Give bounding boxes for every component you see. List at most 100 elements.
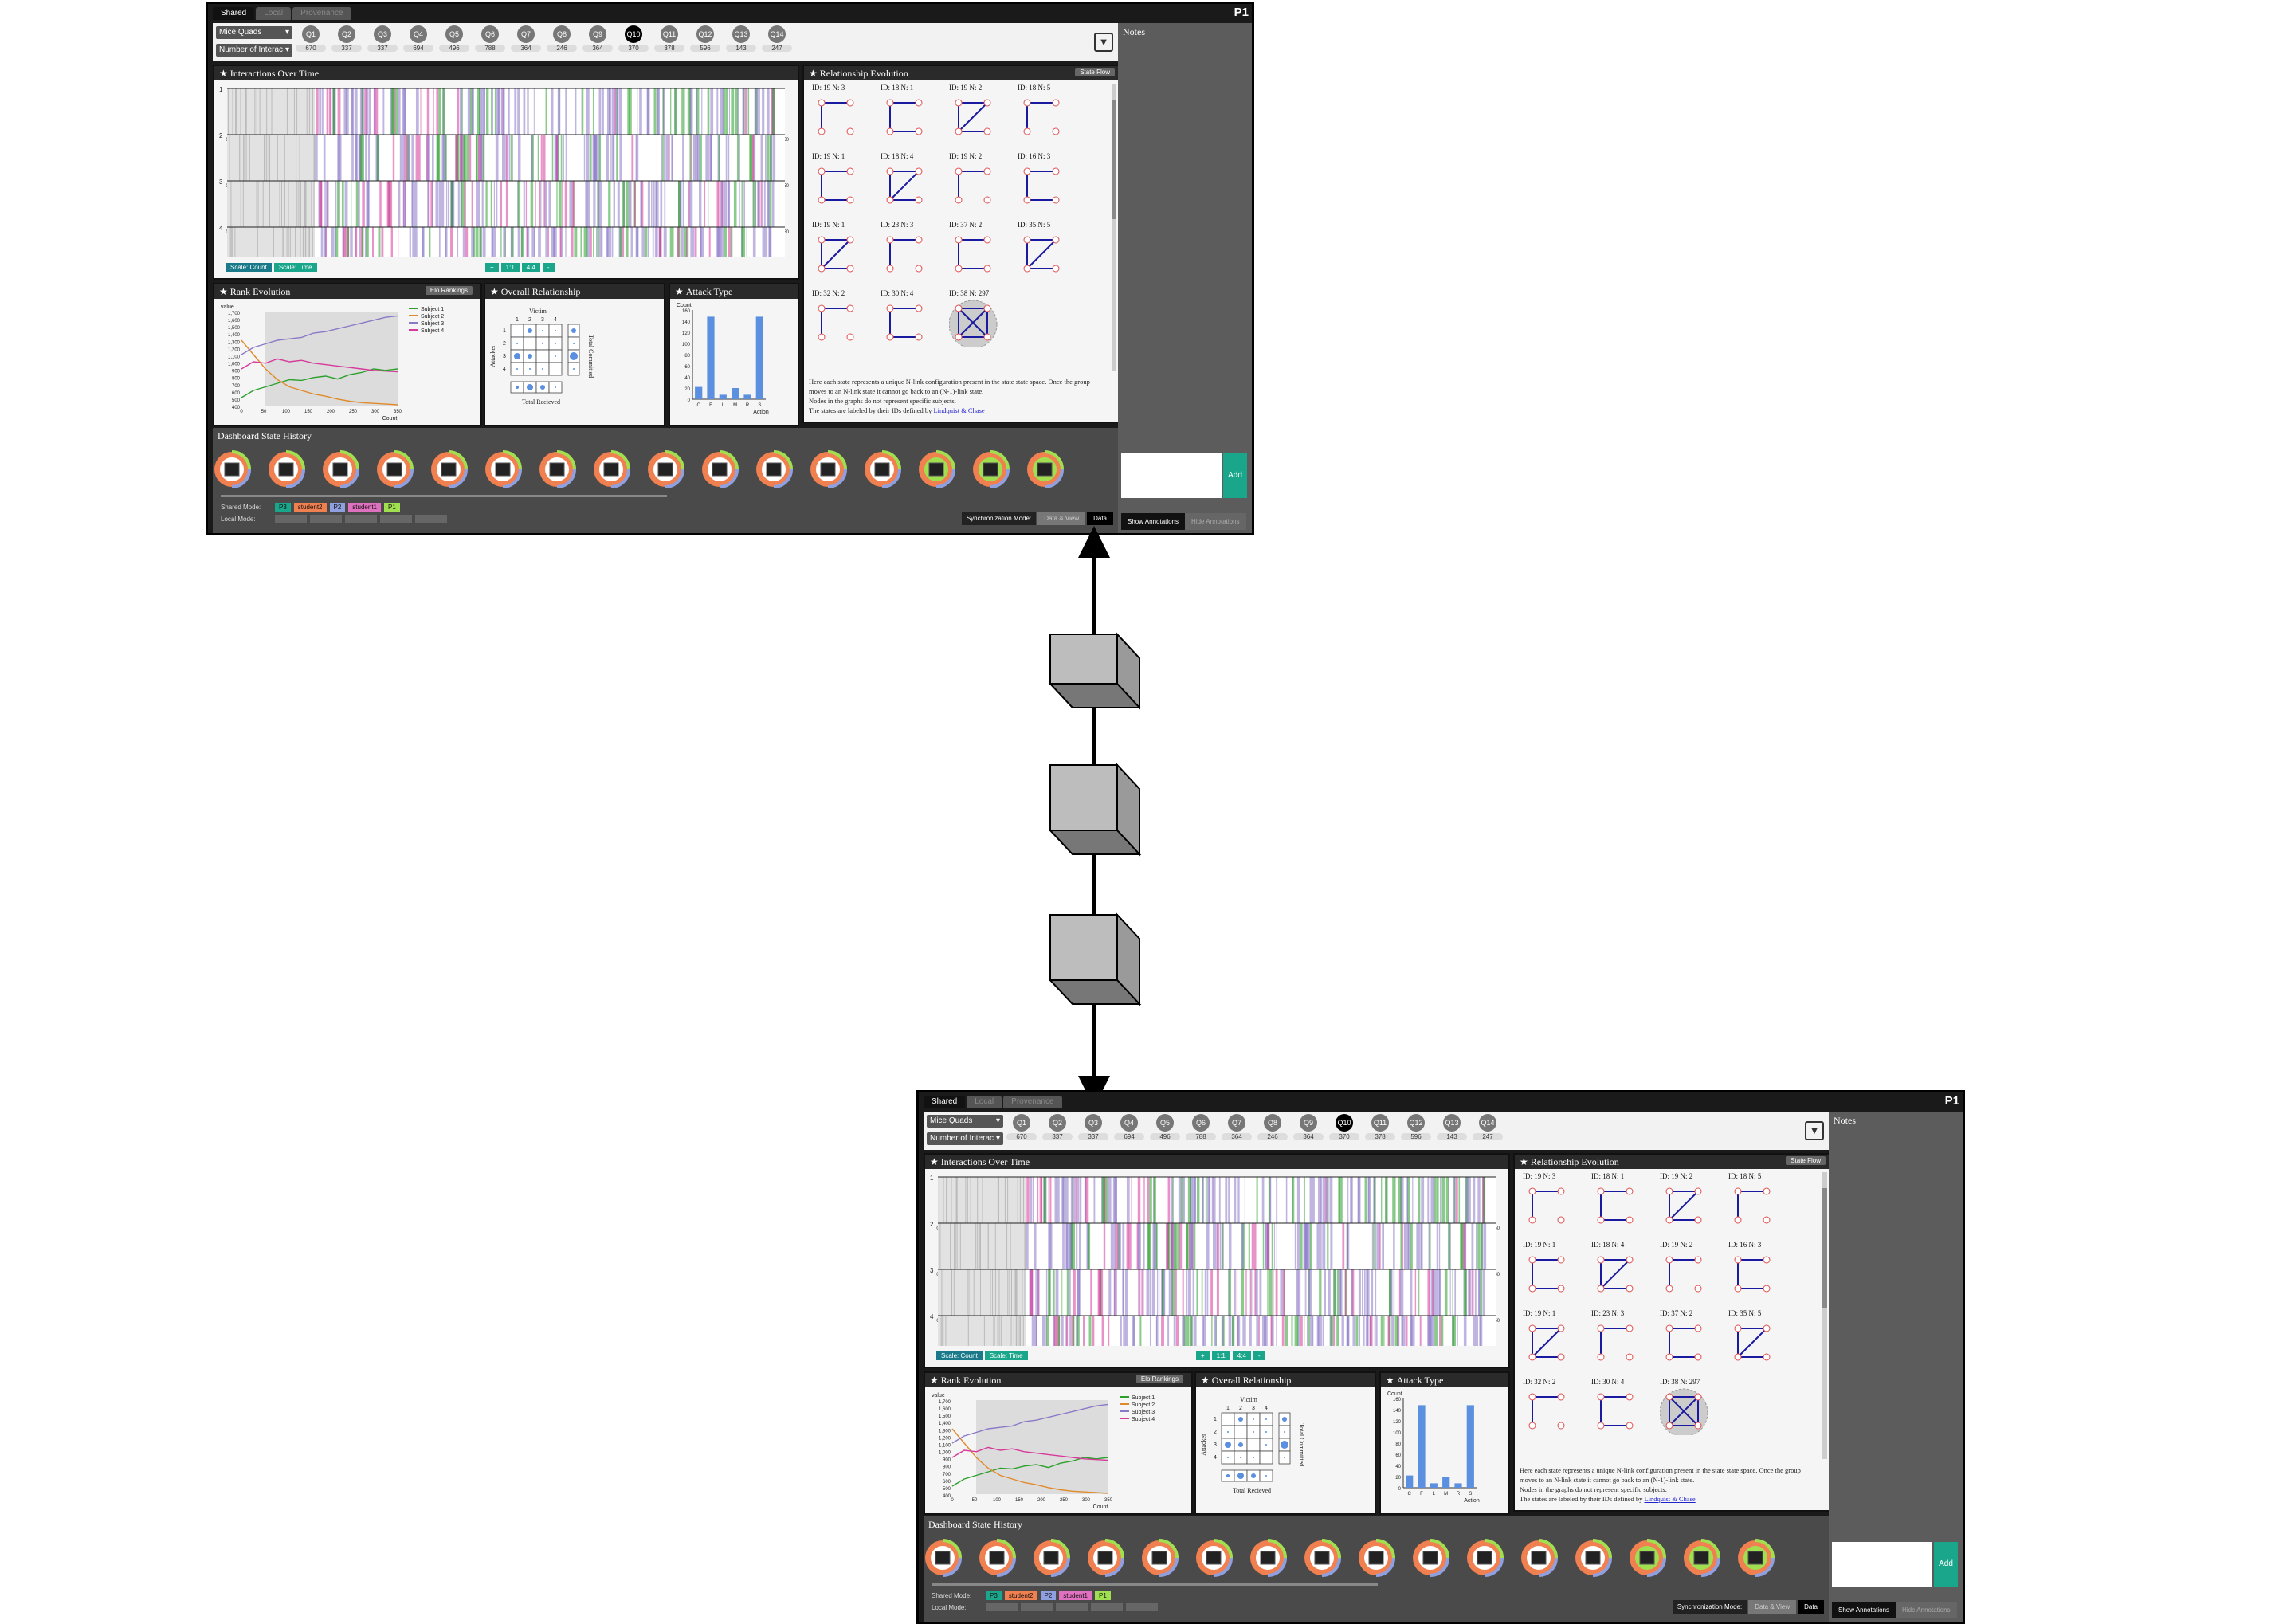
- interactions-plot[interactable]: 1050100150200250300350205010015020025030…: [214, 82, 798, 257]
- lindquist-chase-link[interactable]: Lindquist & Chase: [1644, 1495, 1695, 1503]
- sync-data-button[interactable]: Data: [1798, 1600, 1824, 1614]
- scale-count-button[interactable]: Scale: Count: [936, 1351, 983, 1360]
- state-graph[interactable]: ID: 19 N: 1: [812, 221, 876, 284]
- state-graph[interactable]: ID: 19 N: 2: [949, 84, 1013, 147]
- state-graph[interactable]: ID: 32 N: 2: [812, 289, 876, 353]
- metric-select[interactable]: Number of Interac: [927, 1132, 1003, 1145]
- star-icon[interactable]: ★: [675, 286, 684, 297]
- state-graph[interactable]: ID: 37 N: 2: [1660, 1309, 1724, 1373]
- quad-circle[interactable]: Q9: [1300, 1114, 1317, 1132]
- mode-chip[interactable]: student1: [348, 503, 381, 512]
- show-annotations-button[interactable]: Show Annotations: [1832, 1602, 1896, 1618]
- quad-circle[interactable]: Q5: [445, 25, 463, 43]
- quad-item[interactable]: Q8 246: [1257, 1114, 1288, 1140]
- state-graph[interactable]: ID: 19 N: 1: [1523, 1309, 1587, 1373]
- mode-chip[interactable]: P3: [275, 503, 291, 512]
- quad-circle[interactable]: Q1: [302, 25, 320, 43]
- state-graph[interactable]: ID: 19 N: 1: [1523, 1241, 1587, 1304]
- dataset-select[interactable]: Mice Quads: [216, 26, 292, 39]
- quad-item[interactable]: Q5 496: [439, 25, 469, 52]
- mode-chip[interactable]: student2: [293, 503, 327, 512]
- quad-item[interactable]: Q2 337: [331, 25, 362, 52]
- quad-item[interactable]: Q7 364: [511, 25, 541, 52]
- star-icon[interactable]: ★: [219, 68, 228, 79]
- mode-chip[interactable]: P1: [384, 503, 400, 512]
- state-graph[interactable]: ID: 38 N: 297: [948, 289, 1013, 353]
- scrollbar[interactable]: [1112, 84, 1116, 371]
- quad-circle[interactable]: Q1: [1013, 1114, 1030, 1132]
- dropdown-toggle-icon[interactable]: ▼: [1805, 1121, 1824, 1140]
- interactions-plot[interactable]: 1050100150200250300350205010015020025030…: [925, 1171, 1508, 1346]
- quad-circle[interactable]: Q13: [732, 25, 750, 43]
- state-graph[interactable]: ID: 35 N: 5: [1728, 1309, 1792, 1373]
- star-icon[interactable]: ★: [219, 286, 228, 297]
- sync-data-view-button[interactable]: Data & View: [1037, 512, 1086, 525]
- quad-circle[interactable]: Q10: [625, 25, 642, 43]
- scale-count-button[interactable]: Scale: Count: [226, 263, 272, 272]
- quad-circle[interactable]: Q7: [1228, 1114, 1245, 1132]
- quad-circle[interactable]: Q2: [1049, 1114, 1066, 1132]
- add-note-button[interactable]: Add: [1934, 1542, 1958, 1587]
- state-graph[interactable]: ID: 18 N: 5: [1728, 1172, 1792, 1236]
- quad-circle[interactable]: Q6: [1192, 1114, 1210, 1132]
- star-icon[interactable]: ★: [1201, 1375, 1210, 1386]
- scrollbar[interactable]: [1822, 1172, 1827, 1459]
- quad-item[interactable]: Q14 247: [762, 25, 792, 52]
- state-graph[interactable]: ID: 23 N: 3: [1591, 1309, 1655, 1373]
- quad-item[interactable]: Q13 143: [1437, 1114, 1467, 1140]
- state-graph[interactable]: ID: 19 N: 2: [1660, 1172, 1724, 1236]
- quad-circle[interactable]: Q13: [1443, 1114, 1461, 1132]
- state-flow-select[interactable]: State Flow: [1786, 1156, 1826, 1165]
- quad-item[interactable]: Q14 247: [1473, 1114, 1503, 1140]
- state-graph[interactable]: ID: 35 N: 5: [1018, 221, 1081, 284]
- hide-annotations-button[interactable]: Hide Annotations: [1896, 1602, 1957, 1618]
- zoom-out-button[interactable]: -: [542, 263, 555, 272]
- quad-item[interactable]: Q2 337: [1042, 1114, 1073, 1140]
- quad-circle[interactable]: Q3: [1085, 1114, 1102, 1132]
- state-graph[interactable]: ID: 18 N: 4: [881, 152, 944, 216]
- zoom-in-button[interactable]: +: [1196, 1351, 1210, 1360]
- mode-chip[interactable]: P1: [1095, 1591, 1111, 1600]
- quad-item[interactable]: Q11 378: [654, 25, 684, 52]
- state-graph[interactable]: ID: 32 N: 2: [1523, 1378, 1587, 1442]
- quad-circle[interactable]: Q14: [1479, 1114, 1496, 1132]
- zoom-reset-button[interactable]: 1:1: [1211, 1351, 1230, 1360]
- quad-circle[interactable]: Q7: [517, 25, 535, 43]
- state-graph[interactable]: ID: 18 N: 1: [881, 84, 944, 147]
- mode-chip[interactable]: P2: [329, 503, 346, 512]
- tab-local[interactable]: Local: [256, 7, 292, 20]
- tab-provenance[interactable]: Provenance: [292, 7, 351, 20]
- zoom-reset-button[interactable]: 1:1: [500, 263, 520, 272]
- state-graph[interactable]: ID: 37 N: 2: [949, 221, 1013, 284]
- notes-input[interactable]: [1121, 453, 1222, 498]
- mode-chip[interactable]: P2: [1040, 1591, 1057, 1600]
- add-note-button[interactable]: Add: [1223, 453, 1247, 498]
- state-graph[interactable]: ID: 18 N: 4: [1591, 1241, 1655, 1304]
- quad-circle[interactable]: Q10: [1336, 1114, 1353, 1132]
- state-graph[interactable]: ID: 19 N: 3: [812, 84, 876, 147]
- notes-input[interactable]: [1832, 1542, 1932, 1587]
- quad-item[interactable]: Q12 596: [690, 25, 720, 52]
- quad-circle[interactable]: Q11: [1371, 1114, 1389, 1132]
- show-annotations-button[interactable]: Show Annotations: [1121, 513, 1186, 530]
- dropdown-toggle-icon[interactable]: ▼: [1094, 33, 1113, 52]
- quad-circle[interactable]: Q5: [1156, 1114, 1174, 1132]
- history-scrollbar[interactable]: [221, 495, 667, 497]
- star-icon[interactable]: ★: [1520, 1156, 1528, 1167]
- quad-item[interactable]: Q3 337: [1078, 1114, 1108, 1140]
- quad-item[interactable]: Q10 370: [618, 25, 649, 52]
- quad-circle[interactable]: Q9: [589, 25, 606, 43]
- quad-circle[interactable]: Q6: [481, 25, 499, 43]
- scale-time-button[interactable]: Scale: Time: [984, 1351, 1028, 1360]
- quad-item[interactable]: Q8 246: [547, 25, 577, 52]
- zoom-in-button[interactable]: +: [485, 263, 499, 272]
- sync-data-view-button[interactable]: Data & View: [1748, 1600, 1797, 1614]
- quad-item[interactable]: Q9 364: [1293, 1114, 1324, 1140]
- state-graph[interactable]: ID: 30 N: 4: [881, 289, 944, 353]
- star-icon[interactable]: ★: [930, 1375, 939, 1386]
- tab-provenance[interactable]: Provenance: [1003, 1096, 1062, 1108]
- state-graph[interactable]: ID: 19 N: 2: [949, 152, 1013, 216]
- zoom-out-button[interactable]: -: [1253, 1351, 1265, 1360]
- sync-data-button[interactable]: Data: [1087, 512, 1113, 525]
- lindquist-chase-link[interactable]: Lindquist & Chase: [933, 406, 984, 414]
